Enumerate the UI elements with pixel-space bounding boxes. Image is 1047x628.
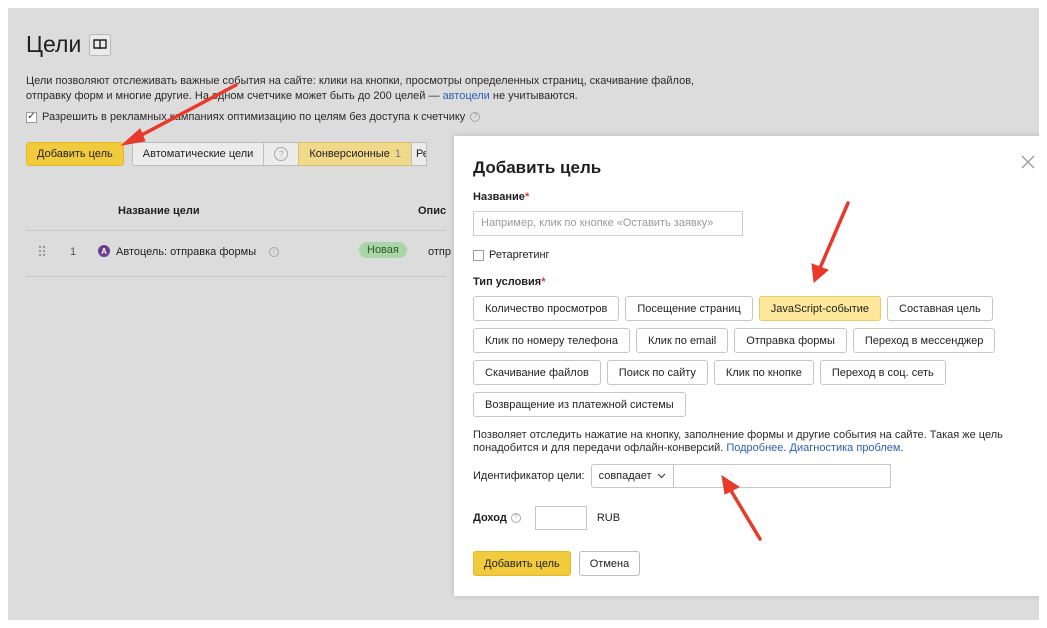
description-line-2: отправку форм и многие другие. На одном … <box>26 90 443 102</box>
cancel-button[interactable]: Отмена <box>578 551 641 576</box>
description: Цели позволяют отслеживать важные событи… <box>26 74 746 104</box>
match-select[interactable]: совпадает <box>590 464 674 488</box>
type-hint: Позволяет отследить нажатие на кнопку, з… <box>473 429 1039 455</box>
type-payment-return-button[interactable]: Возвращение из платежной системы <box>473 392 686 417</box>
help-icon: ? <box>274 147 289 161</box>
column-header-description: Опис <box>418 205 447 217</box>
allow-optimization-label: Разрешить в рекламных кампаниях оптимиза… <box>42 111 466 123</box>
income-input[interactable] <box>534 506 587 530</box>
tab-conversion[interactable]: Конверсионные 1 <box>298 142 412 166</box>
column-header-name: Название цели <box>118 205 200 217</box>
type-row: Количество просмотров Посещение страниц … <box>473 296 1033 321</box>
autogoals-link[interactable]: автоцели <box>443 90 490 102</box>
help-icon[interactable]: ? <box>470 112 481 122</box>
type-label-text: Тип условия <box>473 276 542 288</box>
type-messenger-button[interactable]: Переход в мессенджер <box>852 328 996 353</box>
auto-goal-icon: A <box>98 245 110 257</box>
drag-handle-icon[interactable] <box>38 245 46 260</box>
type-button-click-button[interactable]: Клик по кнопке <box>713 360 814 385</box>
type-label: Тип условия* <box>473 276 546 288</box>
type-page-visit-button[interactable]: Посещение страниц <box>625 296 753 321</box>
checkbox-checked-icon[interactable]: ✓ <box>26 111 37 123</box>
page-background: Цели Цели позволяют отслеживать важные с… <box>8 8 1039 620</box>
condition-type-grid: Количество просмотров Посещение страниц … <box>473 296 1033 424</box>
required-mark: * <box>524 191 530 203</box>
retargeting-row[interactable]: Ретаргетинг <box>473 249 550 261</box>
name-label: Название* <box>473 191 529 203</box>
income-label: Доход <box>473 512 507 524</box>
book-icon[interactable] <box>89 33 112 56</box>
modal-title: Добавить цель <box>473 158 602 177</box>
tab-retargeting[interactable]: Ре <box>410 142 427 166</box>
goal-description: отпр <box>428 246 451 258</box>
retargeting-checkbox[interactable] <box>473 249 484 261</box>
hint-end-dot: . <box>900 442 904 454</box>
description-line-1: Цели позволяют отслеживать важные событи… <box>26 75 695 87</box>
retargeting-label: Ретаргетинг <box>489 249 550 261</box>
type-row: Скачивание файлов Поиск по сайту Клик по… <box>473 360 1033 385</box>
type-email-click-button[interactable]: Клик по email <box>635 328 729 353</box>
goal-name-input[interactable]: Например, клик по кнопке «Оставить заявк… <box>473 211 743 236</box>
modal-footer: Добавить цель Отмена <box>473 551 641 576</box>
diagnostics-link[interactable]: Диагностика проблем <box>790 442 901 454</box>
info-icon[interactable]: i <box>269 247 279 257</box>
add-goal-modal: Добавить цель Название* Например, клик п… <box>454 136 1039 596</box>
type-form-submit-button[interactable]: Отправка формы <box>734 328 847 353</box>
type-site-search-button[interactable]: Поиск по сайту <box>606 360 708 385</box>
help-icon[interactable]: ? <box>510 513 521 523</box>
divider <box>26 230 446 231</box>
goal-tabs: Автоматические цели ? Конверсионные 1 Ре <box>131 142 427 166</box>
type-file-download-button[interactable]: Скачивание файлов <box>473 360 601 385</box>
submit-add-goal-button[interactable]: Добавить цель <box>473 551 571 576</box>
tab-conversion-label: Конверсионные <box>309 148 390 160</box>
type-social-button[interactable]: Переход в соц. сеть <box>819 360 946 385</box>
identifier-row: Идентификатор цели: совпадает <box>473 464 891 488</box>
close-icon[interactable] <box>1021 155 1035 169</box>
type-javascript-event-button[interactable]: JavaScript-событие <box>758 296 882 321</box>
allow-optimization-row[interactable]: ✓ Разрешить в рекламных кампаниях оптими… <box>26 111 481 123</box>
hint-line-2: понадобится и для передачи офлайн-конвер… <box>473 442 727 454</box>
more-link[interactable]: Подробнее <box>726 442 783 454</box>
add-goal-button[interactable]: Добавить цель <box>26 142 124 166</box>
tab-conversion-count: 1 <box>394 148 401 160</box>
identifier-input[interactable] <box>672 464 891 488</box>
type-pageviews-button[interactable]: Количество просмотров <box>473 296 620 321</box>
type-composite-button[interactable]: Составная цель <box>887 296 993 321</box>
tab-help-button[interactable]: ? <box>263 142 300 166</box>
tab-auto-goals[interactable]: Автоматические цели <box>131 142 265 166</box>
goal-name[interactable]: Автоцель: отправка формы <box>116 246 256 258</box>
title-row: Цели <box>26 31 112 58</box>
table-row[interactable]: 1 A Автоцель: отправка формы i Новая отп… <box>26 241 456 267</box>
description-line-3: не учитываются. <box>489 90 578 102</box>
identifier-label: Идентификатор цели: <box>473 470 585 482</box>
row-index: 1 <box>70 246 77 258</box>
hint-line-1: Позволяет отследить нажатие на кнопку, з… <box>473 429 1003 441</box>
match-select-value: совпадает <box>598 470 652 482</box>
chevron-down-icon <box>657 473 666 479</box>
income-row: Доход ? RUB <box>473 506 620 530</box>
type-phone-click-button[interactable]: Клик по номеру телефона <box>473 328 630 353</box>
status-badge: Новая <box>359 242 407 258</box>
divider <box>26 276 446 277</box>
name-label-text: Название <box>473 191 525 203</box>
page-title: Цели <box>26 31 82 57</box>
currency-label: RUB <box>596 512 621 524</box>
type-row: Возвращение из платежной системы <box>473 392 1033 417</box>
required-mark: * <box>541 276 546 288</box>
action-bar: Добавить цель Автоматические цели ? Конв… <box>26 142 427 166</box>
type-row: Клик по номеру телефона Клик по email От… <box>473 328 1033 353</box>
